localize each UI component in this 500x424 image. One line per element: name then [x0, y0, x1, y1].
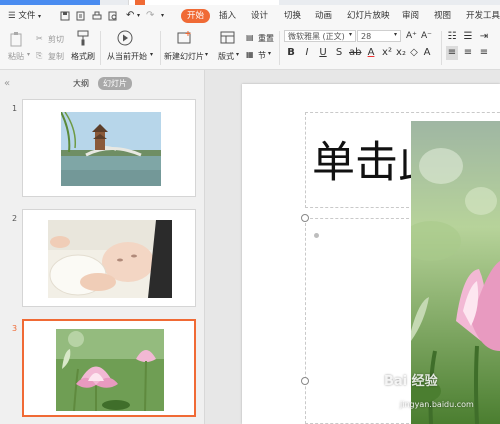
- tab-insert[interactable]: 插入: [219, 5, 236, 27]
- slide-thumbnail-3[interactable]: [22, 319, 196, 417]
- section-button[interactable]: 节: [258, 50, 266, 61]
- file-menu-label: 文件: [18, 11, 36, 21]
- layout-dropdown-icon[interactable]: ▾: [236, 51, 239, 58]
- outline-tab[interactable]: 大纲: [73, 78, 89, 89]
- baidu-watermark-url: jingyan.baidu.com: [400, 400, 474, 409]
- bullet-list-icon[interactable]: ☷: [446, 30, 458, 44]
- slide-thumbnail-1[interactable]: [22, 99, 196, 197]
- layout-icon[interactable]: [220, 30, 236, 46]
- hamburger-icon: ☰: [8, 11, 16, 21]
- format-painter-button[interactable]: 格式刷: [71, 51, 95, 62]
- numbered-list-icon[interactable]: ☰: [462, 30, 474, 44]
- section-icon[interactable]: ▦: [246, 50, 254, 59]
- reset-button[interactable]: 重置: [258, 33, 274, 44]
- copy-icon[interactable]: ⎘: [36, 51, 42, 61]
- undo-icon[interactable]: ↶: [126, 5, 134, 27]
- slide-thumbnails-panel: « 大纲 幻灯片 1 2 3: [0, 70, 205, 424]
- tab-view[interactable]: 视图: [434, 5, 451, 27]
- file-menu[interactable]: ☰ 文件 ▾: [8, 5, 41, 27]
- slide-number: 2: [12, 214, 18, 223]
- layout-button[interactable]: 版式: [218, 51, 234, 62]
- sleeping-baby-photo: [48, 220, 172, 298]
- more-quick-access-icon[interactable]: ▾: [161, 5, 164, 27]
- tab-design[interactable]: 设计: [251, 5, 268, 27]
- reset-icon[interactable]: ▤: [246, 33, 254, 42]
- ribbon-separator: [279, 31, 280, 65]
- increase-font-icon[interactable]: A⁺: [406, 31, 417, 41]
- tab-developer[interactable]: 开发工具: [466, 5, 500, 27]
- tab-transitions[interactable]: 切换: [284, 5, 301, 27]
- copy-button[interactable]: 复制: [48, 51, 64, 62]
- bullet-marker: [314, 233, 319, 238]
- text-effect-icon[interactable]: A: [421, 46, 433, 60]
- tab-review[interactable]: 审阅: [402, 5, 419, 27]
- slide-thumbnail-2[interactable]: [22, 209, 196, 307]
- new-slide-icon[interactable]: [177, 30, 193, 46]
- font-color-icon[interactable]: A: [365, 46, 377, 60]
- ribbon-toolbar: 粘贴 ▾ ✂ 剪切 ⎘ 复制 格式刷 从当前开始 ▾ 新建幻灯片 ▾ 版式 ▾ …: [0, 27, 500, 70]
- tab-animations[interactable]: 动画: [315, 5, 332, 27]
- new-slide-dropdown-icon[interactable]: ▾: [205, 51, 208, 58]
- tab-slideshow[interactable]: 幻灯片放映: [347, 5, 390, 27]
- export-pdf-icon[interactable]: [76, 11, 86, 21]
- superscript-icon[interactable]: x²: [381, 46, 393, 60]
- font-name-value: 微软雅黑 (正文): [288, 32, 345, 41]
- underline-icon[interactable]: U: [317, 46, 329, 60]
- slides-tab[interactable]: 幻灯片: [98, 77, 132, 90]
- strikethrough-icon[interactable]: ab: [349, 46, 361, 60]
- paste-icon[interactable]: [10, 31, 24, 47]
- align-center-icon[interactable]: ≡: [462, 46, 474, 60]
- clear-format-icon[interactable]: ◇: [408, 46, 420, 60]
- bold-icon[interactable]: B: [285, 46, 297, 60]
- redo-icon[interactable]: ↷: [146, 5, 154, 27]
- chevron-down-icon: ▾: [38, 13, 42, 20]
- ribbon-separator: [160, 31, 161, 65]
- indent-icon[interactable]: ⇥: [478, 30, 490, 44]
- menu-bar: ☰ 文件 ▾ ↶ ▾ ↷ ▾ 开始 插入 设计 切换 动画 幻灯片放映 审阅 视…: [0, 5, 500, 28]
- play-from-current-button[interactable]: 从当前开始: [107, 51, 147, 62]
- save-icon[interactable]: [60, 11, 70, 21]
- resize-handle[interactable]: [301, 377, 309, 385]
- align-left-icon[interactable]: ≡: [446, 46, 458, 60]
- play-dropdown-icon[interactable]: ▾: [150, 51, 153, 58]
- slide-number: 1: [12, 104, 18, 113]
- font-name-select[interactable]: 微软雅黑 (正文): [284, 30, 356, 42]
- new-slide-button[interactable]: 新建幻灯片: [164, 51, 204, 62]
- ribbon-separator: [100, 31, 101, 65]
- undo-dropdown-icon[interactable]: ▾: [137, 5, 140, 27]
- play-from-current-icon[interactable]: [117, 30, 133, 46]
- collapse-panel-icon[interactable]: «: [4, 78, 10, 89]
- font-size-dropdown-icon[interactable]: ▾: [394, 31, 397, 38]
- pink-lotus-flower-photo: [56, 329, 164, 411]
- baidu-watermark: Bai 经验: [384, 374, 438, 389]
- print-preview-icon[interactable]: [108, 11, 118, 21]
- paste-button[interactable]: 粘贴: [8, 51, 24, 62]
- decrease-font-icon[interactable]: A⁻: [421, 31, 432, 41]
- resize-handle[interactable]: [301, 214, 309, 222]
- bridge-pagoda-lake-photo: [61, 112, 161, 186]
- font-size-value: 28: [361, 32, 372, 41]
- slide-number: 3: [12, 324, 18, 333]
- ribbon-separator: [441, 31, 442, 65]
- tab-home[interactable]: 开始: [181, 9, 211, 23]
- font-name-dropdown-icon[interactable]: ▾: [349, 31, 352, 38]
- print-icon[interactable]: [92, 11, 102, 21]
- format-painter-icon[interactable]: [76, 30, 90, 46]
- cut-button[interactable]: 剪切: [48, 34, 64, 45]
- shadow-icon[interactable]: S: [333, 46, 345, 60]
- subscript-icon[interactable]: x₂: [395, 46, 407, 60]
- section-dropdown-icon[interactable]: ▾: [268, 50, 271, 57]
- paste-dropdown-icon[interactable]: ▾: [27, 51, 30, 58]
- align-right-icon[interactable]: ≡: [478, 46, 490, 60]
- cut-icon[interactable]: ✂: [36, 34, 43, 43]
- italic-icon[interactable]: I: [301, 46, 313, 60]
